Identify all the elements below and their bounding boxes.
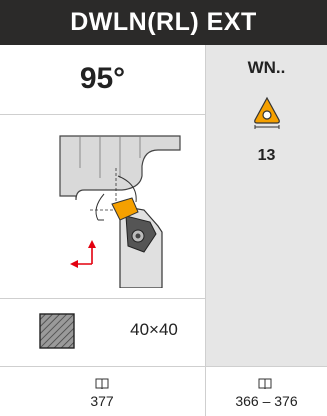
row-divider: [0, 298, 206, 299]
trigon-insert-icon: [254, 96, 280, 129]
insert-size: 13: [257, 147, 276, 164]
insert-code: WN..: [247, 58, 286, 77]
column-divider: [205, 45, 206, 416]
card-header: DWLN(RL) EXT: [0, 0, 327, 45]
insert-pages-link[interactable]: 366 – 376: [206, 393, 327, 409]
book-icon: [95, 378, 109, 390]
book-icon: [258, 378, 272, 390]
shank-cross-section-icon: [39, 313, 75, 349]
card-title: DWLN(RL) EXT: [70, 8, 257, 36]
holder-page-link[interactable]: 377: [60, 393, 144, 409]
toolholder-diagram: [59, 135, 181, 288]
row-divider: [0, 114, 206, 115]
insert-column: [206, 45, 327, 367]
product-card: DWLN(RL) EXT 95° WN.. 13 40×40 377 366 –…: [0, 0, 327, 416]
approach-angle: 95°: [79, 62, 126, 95]
row-divider: [0, 366, 327, 367]
shank-size: 40×40: [130, 320, 178, 339]
